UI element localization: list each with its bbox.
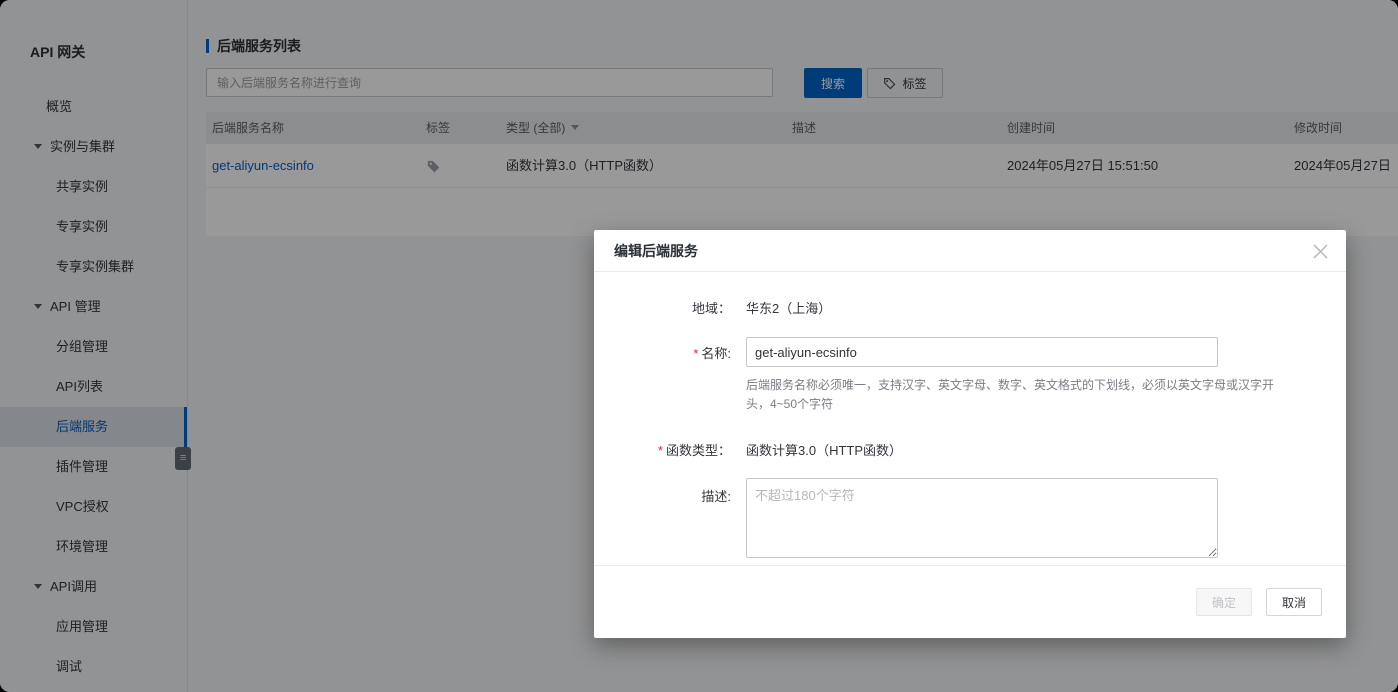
modal-footer: 确定 取消 (594, 565, 1346, 638)
description-field-row: 描述: (594, 478, 1346, 563)
name-help-text: 后端服务名称必须唯一，支持汉字、英文字母、数字、英文格式的下划线，必须以英文字母… (746, 376, 1286, 414)
name-input[interactable] (746, 337, 1218, 367)
function-type-field-row: 函数类型： 函数计算3.0（HTTP函数） (594, 440, 1346, 459)
modal-title: 编辑后端服务 (614, 243, 698, 259)
name-field-row: 名称: (594, 337, 1346, 367)
function-type-value: 函数计算3.0（HTTP函数） (746, 440, 902, 459)
confirm-button[interactable]: 确定 (1196, 588, 1252, 616)
cancel-button[interactable]: 取消 (1266, 588, 1322, 616)
app-window: API 网关 概览 实例与集群 共享实例 专享实例 专享实例集群 API 管理 … (0, 0, 1398, 692)
description-textarea[interactable] (746, 478, 1218, 558)
required-asterisk (658, 443, 666, 458)
modal-body: 地域： 华东2（上海） 名称: 后端服务名称必须唯一，支持汉字、英文字母、数字、… (594, 272, 1346, 563)
function-type-label: 函数类型： (594, 440, 731, 459)
region-field-row: 地域： 华东2（上海） (594, 298, 1346, 317)
description-label: 描述: (594, 478, 731, 505)
region-value: 华东2（上海） (746, 298, 831, 317)
edit-backend-service-modal: 编辑后端服务 地域： 华东2（上海） 名称: 后端服务名称必须唯一，支持汉字、英… (594, 230, 1346, 638)
region-label: 地域： (594, 298, 731, 317)
close-icon[interactable] (1313, 244, 1328, 259)
modal-header: 编辑后端服务 (594, 230, 1346, 272)
name-label: 名称: (594, 343, 731, 362)
